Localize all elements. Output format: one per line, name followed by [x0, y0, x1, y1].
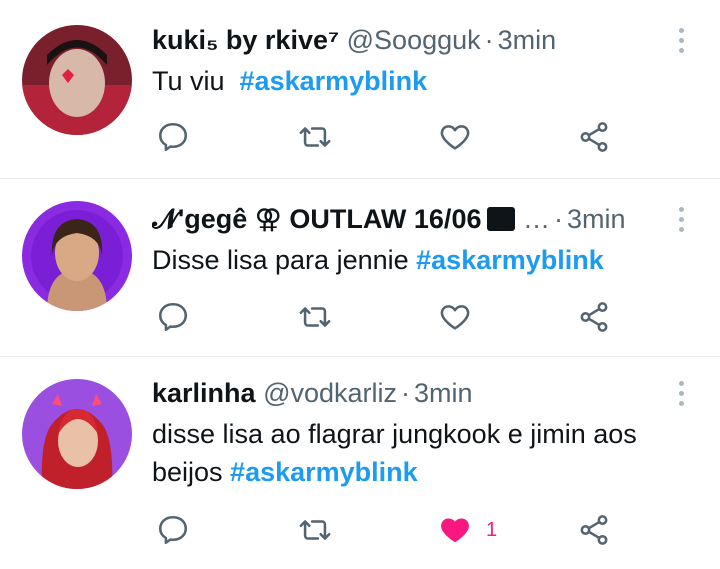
like-button[interactable]: 1	[438, 510, 497, 550]
share-button[interactable]	[577, 117, 611, 157]
timestamp[interactable]: 3min	[498, 25, 557, 55]
tweet-text: Disse lisa para jennie #askarmyblink	[152, 241, 696, 279]
reply-button[interactable]	[156, 117, 190, 157]
heart-icon	[440, 305, 470, 330]
user-handle[interactable]: @Soogguk	[347, 25, 481, 55]
share-button[interactable]	[577, 510, 611, 550]
avatar[interactable]	[22, 379, 132, 489]
avatar[interactable]	[22, 25, 132, 135]
tweet-text: disse lisa ao flagrar jungkook e jimin a…	[152, 415, 696, 491]
share-button[interactable]	[577, 297, 611, 337]
retweet-icon	[299, 520, 331, 540]
tweet-text: Tu viu #askarmyblink	[152, 62, 696, 100]
tweet-actions	[152, 117, 622, 157]
reply-icon	[158, 122, 188, 152]
hashtag-link[interactable]: #askarmyblink	[230, 457, 418, 487]
tweet-text-body: Tu viu	[152, 66, 240, 96]
tweet[interactable]: karlinha @vodkarliz · 3min disse lisa ao f…	[0, 357, 720, 569]
retweet-button[interactable]	[298, 510, 332, 550]
separator-dot: ·	[554, 204, 563, 234]
heart-filled-icon	[441, 518, 469, 543]
hashtag-link[interactable]: #askarmyblink	[416, 245, 604, 275]
more-options-icon[interactable]	[676, 381, 686, 411]
retweet-button[interactable]	[298, 117, 332, 157]
display-name[interactable]: kuki₅ by rkive⁷	[152, 25, 339, 55]
reply-button[interactable]	[156, 297, 190, 337]
more-options-icon[interactable]	[676, 207, 686, 237]
display-name[interactable]: 𝓝'gegê ⚢ OUTLAW 16/06	[152, 204, 481, 234]
hashtag-link[interactable]: #askarmyblink	[240, 66, 428, 96]
retweet-icon	[299, 307, 331, 327]
reply-button[interactable]	[156, 510, 190, 550]
share-icon	[580, 515, 608, 545]
reply-icon	[158, 515, 188, 545]
like-count: 1	[486, 518, 498, 541]
tweet-actions	[152, 297, 622, 337]
more-options-icon[interactable]	[676, 28, 686, 58]
separator-dot: ·	[484, 25, 494, 55]
skull-emoji-icon	[487, 207, 516, 231]
timestamp[interactable]: 3min	[414, 378, 473, 408]
separator-dot: ·	[401, 378, 411, 408]
timestamp[interactable]: 3min	[567, 204, 626, 234]
share-icon	[580, 122, 608, 152]
tweet[interactable]: kuki₅ by rkive⁷ @Soogguk · 3min Tu viu #as…	[0, 0, 720, 179]
reply-icon	[158, 302, 188, 332]
display-name[interactable]: karlinha	[152, 378, 256, 408]
user-handle[interactable]: @vodkarliz	[263, 378, 397, 408]
retweet-icon	[299, 127, 331, 147]
like-button[interactable]	[438, 117, 472, 157]
heart-icon	[440, 125, 470, 150]
avatar[interactable]	[22, 201, 132, 311]
user-handle[interactable]: …	[523, 204, 550, 234]
tweet[interactable]: 𝓝'gegê ⚢ OUTLAW 16/06 … · 3min Disse lisa …	[0, 179, 720, 357]
tweet-actions: 1	[152, 510, 622, 550]
share-icon	[580, 302, 608, 332]
like-button[interactable]	[438, 297, 472, 337]
tweet-text-body: Disse lisa para jennie	[152, 245, 417, 275]
retweet-button[interactable]	[298, 297, 332, 337]
